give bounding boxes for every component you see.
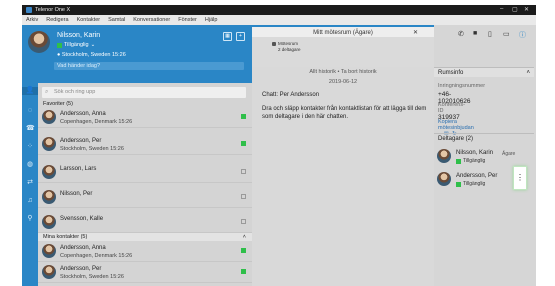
maximize-icon[interactable]: ▢ bbox=[512, 6, 518, 13]
minimize-icon[interactable]: – bbox=[500, 6, 503, 12]
title-bar: Telenor One X – ▢ ✕ bbox=[22, 5, 536, 15]
screen: Telenor One X – ▢ ✕ Arkiv Redigera Konta… bbox=[0, 0, 555, 286]
dim-overlay bbox=[22, 15, 536, 286]
window-title: Telenor One X bbox=[35, 7, 71, 13]
app-logo-icon bbox=[26, 7, 32, 13]
close-icon[interactable]: ✕ bbox=[524, 6, 529, 13]
